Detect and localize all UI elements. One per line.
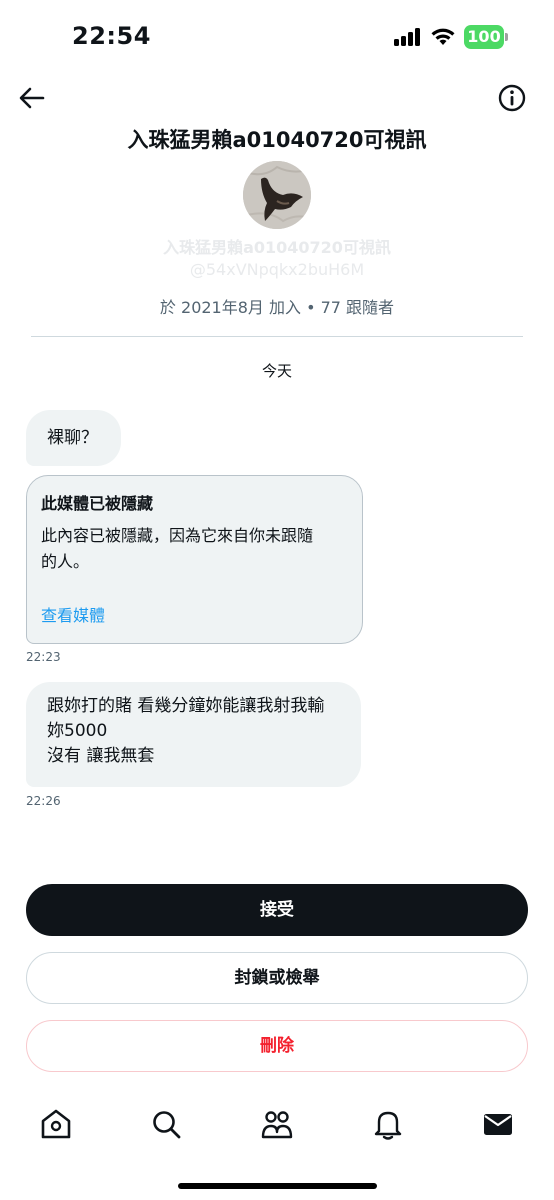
message-timestamp: 22:23 <box>26 650 61 664</box>
battery-level: 100 <box>464 25 504 49</box>
status-bar: 22:54 100 <box>0 0 554 70</box>
message-timestamp: 22:26 <box>26 794 61 808</box>
hidden-media-line: 的人。 <box>41 552 90 571</box>
message-line: 跟妳打的賭 看幾分鐘妳能讓我射我輸 <box>47 696 325 716</box>
wifi-icon <box>431 28 455 45</box>
notifications-icon[interactable] <box>368 1104 408 1144</box>
hidden-media-card[interactable]: 此媒體已被隱藏 此內容已被隱藏，因為它來自你未跟隨 的人。 查看媒體 <box>26 475 363 644</box>
tab-bar <box>0 1090 554 1160</box>
conversation-title: 入珠猛男賴a01040720可視訊 <box>127 128 427 152</box>
hidden-media-line: 此內容已被隱藏，因為它來自你未跟隨 <box>41 526 314 545</box>
messages-icon[interactable] <box>478 1104 518 1144</box>
profile-handle: @54xVNpqkx2buH6M <box>189 260 365 279</box>
message-line: 妳5000 <box>47 721 108 741</box>
message-bubble[interactable]: 裸聊？ <box>26 410 121 466</box>
back-arrow-icon[interactable] <box>16 82 48 114</box>
profile-name: 入珠猛男賴a01040720可視訊 <box>163 238 391 257</box>
message-bubble[interactable]: 跟妳打的賭 看幾分鐘妳能讓我射我輸 妳5000 沒有 讓我無套 <box>26 682 361 787</box>
info-icon[interactable] <box>496 82 528 114</box>
message-line: 沒有 讓我無套 <box>47 746 155 766</box>
communities-icon[interactable] <box>257 1104 297 1144</box>
cellular-signal-icon <box>394 28 420 46</box>
divider <box>31 336 523 337</box>
home-indicator <box>178 1183 377 1189</box>
block-or-report-button[interactable]: 封鎖或檢舉 <box>26 952 528 1004</box>
avatar-image <box>243 161 311 229</box>
battery-icon: 100 <box>464 25 508 49</box>
delete-button[interactable]: 刪除 <box>26 1020 528 1072</box>
avatar[interactable] <box>243 161 311 229</box>
profile-meta: 於 2021年8月 加入 • 77 跟隨者 <box>159 298 395 317</box>
home-icon[interactable] <box>36 1104 76 1144</box>
hidden-media-description: 此內容已被隱藏，因為它來自你未跟隨 的人。 <box>41 523 348 575</box>
hidden-media-title: 此媒體已被隱藏 <box>41 494 154 513</box>
search-icon[interactable] <box>146 1104 186 1144</box>
view-media-link[interactable]: 查看媒體 <box>41 602 105 626</box>
status-time: 22:54 <box>72 22 151 50</box>
accept-button[interactable]: 接受 <box>26 884 528 936</box>
date-separator: 今天 <box>261 362 292 380</box>
